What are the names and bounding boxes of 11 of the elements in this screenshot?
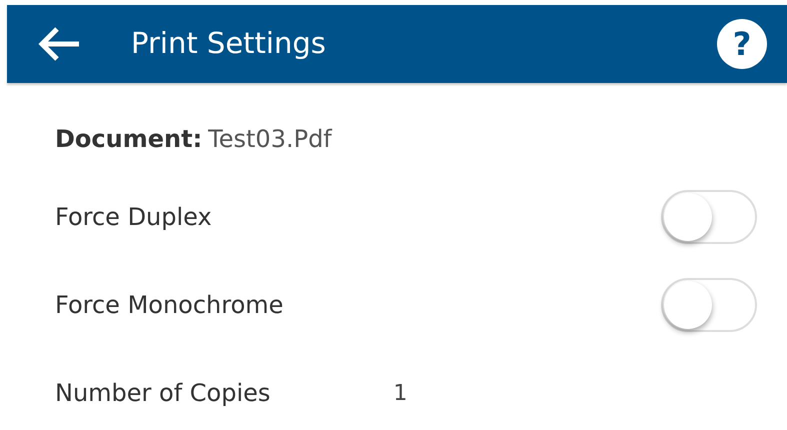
- back-arrow-icon[interactable]: [37, 26, 81, 62]
- document-name: Test03.Pdf: [208, 125, 332, 153]
- help-button[interactable]: ?: [717, 19, 767, 69]
- toggle-switch[interactable]: [661, 190, 757, 244]
- setting-label: Number of Copies: [55, 378, 270, 409]
- copies-value: 1: [392, 380, 408, 408]
- setting-label: Force Duplex: [55, 202, 212, 233]
- setting-label: Force Monochrome: [55, 290, 284, 321]
- document-label: Document:: [55, 125, 202, 153]
- page-title: Print Settings: [131, 25, 326, 62]
- toggle-switch[interactable]: [661, 278, 757, 332]
